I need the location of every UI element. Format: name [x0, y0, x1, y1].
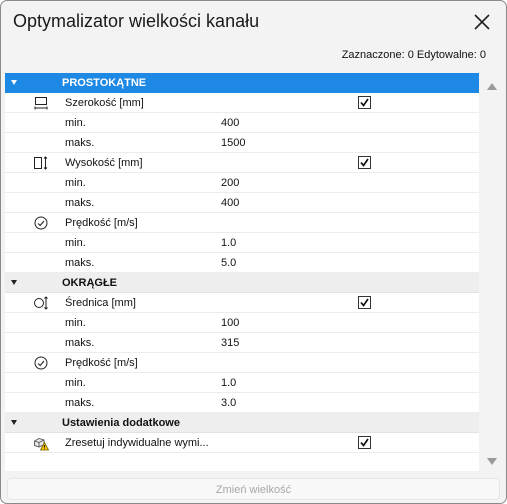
property-label: Wysokość [mm]: [65, 157, 143, 169]
property-label: Szerokość [mm]: [65, 97, 144, 109]
round-speed-max-value[interactable]: 3.0: [221, 397, 236, 409]
height-dimension-icon: [34, 156, 48, 170]
speedometer-icon: [34, 216, 48, 230]
diameter-checkbox[interactable]: [358, 296, 371, 309]
min-label: min.: [65, 177, 86, 189]
group-header-rectangular[interactable]: PROSTOKĄTNE: [5, 73, 479, 93]
round-speed-min-value[interactable]: 1.0: [221, 377, 236, 389]
diameter-max-value[interactable]: 315: [221, 337, 239, 349]
scroll-up-arrow-icon[interactable]: [487, 83, 497, 90]
min-label: min.: [65, 237, 86, 249]
resize-button[interactable]: Zmień wielkość: [7, 478, 500, 500]
property-row-round-speed-min[interactable]: min. 1.0: [5, 373, 479, 393]
max-label: maks.: [65, 257, 95, 269]
title-bar: Optymalizator wielkości kanału: [1, 1, 506, 45]
property-label: Prędkość [m/s]: [65, 357, 138, 369]
max-label: maks.: [65, 137, 95, 149]
group-label: OKRĄGŁE: [62, 277, 117, 289]
property-row-reset: Zresetuj indywidualne wymi...: [5, 433, 479, 453]
property-grid: PROSTOKĄTNE Szerokość [mm] min. 400 maks…: [5, 73, 479, 471]
group-label: PROSTOKĄTNE: [62, 77, 147, 89]
scroll-down-arrow-icon[interactable]: [487, 458, 497, 465]
height-checkbox[interactable]: [358, 156, 371, 169]
property-row-round-speed: Prędkość [m/s]: [5, 353, 479, 373]
expand-triangle-icon[interactable]: [11, 420, 17, 425]
min-label: min.: [65, 377, 86, 389]
rect-speed-min-value[interactable]: 1.0: [221, 237, 236, 249]
expand-triangle-icon[interactable]: [11, 280, 17, 285]
max-label: maks.: [65, 397, 95, 409]
property-row-diameter-min[interactable]: min. 100: [5, 313, 479, 333]
group-label: Ustawienia dodatkowe: [62, 417, 180, 429]
rect-speed-max-value[interactable]: 5.0: [221, 257, 236, 269]
property-row-rect-speed-min[interactable]: min. 1.0: [5, 233, 479, 253]
diameter-icon: [34, 296, 48, 310]
property-row-rect-speed: Prędkość [m/s]: [5, 213, 479, 233]
property-row-height-min[interactable]: min. 200: [5, 173, 479, 193]
min-label: min.: [65, 317, 86, 329]
min-label: min.: [65, 117, 86, 129]
property-row-height: Wysokość [mm]: [5, 153, 479, 173]
expand-triangle-icon[interactable]: [11, 80, 17, 85]
max-label: maks.: [65, 337, 95, 349]
vertical-scrollbar[interactable]: [482, 73, 502, 471]
property-label: Zresetuj indywidualne wymi...: [65, 437, 209, 449]
width-min-value[interactable]: 400: [221, 117, 239, 129]
group-header-extra-settings[interactable]: Ustawienia dodatkowe: [5, 413, 479, 433]
height-max-value[interactable]: 400: [221, 197, 239, 209]
group-header-round[interactable]: OKRĄGŁE: [5, 273, 479, 293]
close-icon[interactable]: [469, 9, 495, 35]
property-label: Prędkość [m/s]: [65, 217, 138, 229]
duct-size-optimizer-dialog: Optymalizator wielkości kanału Zaznaczon…: [0, 0, 507, 504]
property-label: Średnica [mm]: [65, 297, 136, 309]
reset-warning-icon: [34, 438, 49, 451]
property-row-width-max[interactable]: maks. 1500: [5, 133, 479, 153]
selection-counts: Zaznaczone: 0 Edytowalne: 0: [341, 49, 486, 61]
reset-checkbox[interactable]: [358, 436, 371, 449]
width-dimension-icon: [34, 97, 48, 110]
property-row-width: Szerokość [mm]: [5, 93, 479, 113]
property-row-width-min[interactable]: min. 400: [5, 113, 479, 133]
dialog-title: Optymalizator wielkości kanału: [13, 11, 260, 31]
max-label: maks.: [65, 197, 95, 209]
property-row-diameter: Średnica [mm]: [5, 293, 479, 313]
property-row-diameter-max[interactable]: maks. 315: [5, 333, 479, 353]
property-row-height-max[interactable]: maks. 400: [5, 193, 479, 213]
property-row-round-speed-max[interactable]: maks. 3.0: [5, 393, 479, 413]
diameter-min-value[interactable]: 100: [221, 317, 239, 329]
speedometer-icon: [34, 356, 48, 370]
width-max-value[interactable]: 1500: [221, 137, 245, 149]
height-min-value[interactable]: 200: [221, 177, 239, 189]
property-row-rect-speed-max[interactable]: maks. 5.0: [5, 253, 479, 273]
width-checkbox[interactable]: [358, 96, 371, 109]
